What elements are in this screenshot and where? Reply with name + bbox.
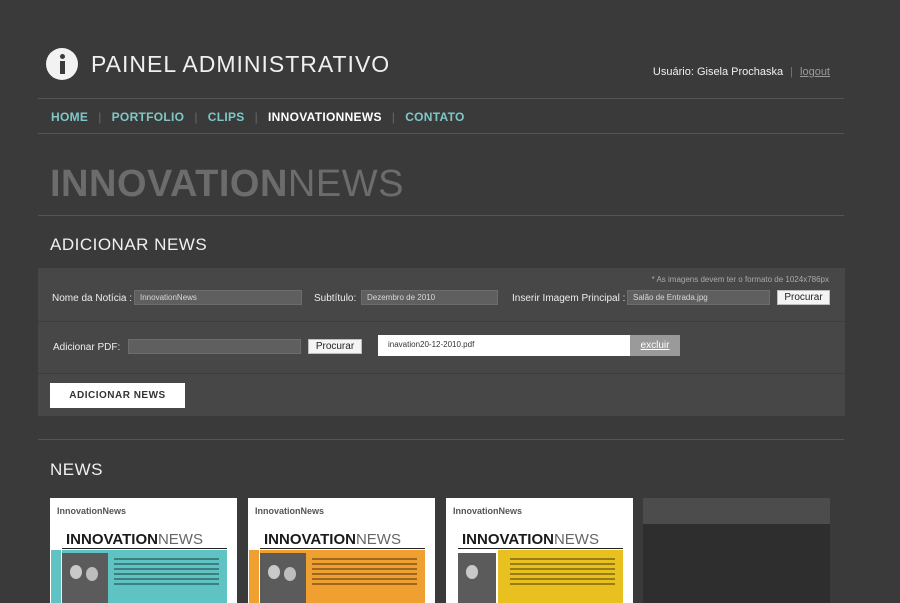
- nav-item-contato[interactable]: CONTATO: [405, 110, 464, 124]
- nav-separator: |: [391, 110, 396, 124]
- app-title: PAINEL ADMINISTRATIVO: [91, 51, 391, 77]
- thumb-side-band: [249, 550, 259, 603]
- nav-separator: |: [194, 110, 198, 124]
- thumb-text-lines: [312, 558, 417, 588]
- add-news-form: * As imagens devem ter o formato de 1024…: [38, 268, 845, 416]
- news-card-heading: INNOVATIONNEWS: [462, 531, 599, 548]
- page-title-light: NEWS: [287, 163, 404, 205]
- news-name-label: Nome da Notícia :: [52, 293, 133, 304]
- nav-item-clips[interactable]: CLIPS: [208, 110, 245, 124]
- main-image-input[interactable]: Salão de Entrada.jpg: [627, 290, 770, 305]
- thumb-text-lines: [114, 558, 219, 588]
- pdf-input[interactable]: [128, 339, 301, 354]
- news-section-title: NEWS: [50, 460, 103, 479]
- logout-link[interactable]: logout: [800, 66, 830, 78]
- nav-divider: [38, 133, 844, 134]
- news-thumbnail-image: [260, 553, 306, 603]
- news-thumbnail-image: [458, 553, 496, 603]
- remove-pdf-button[interactable]: excluir: [630, 335, 680, 356]
- news-card-label: InnovationNews: [453, 506, 523, 516]
- add-news-button[interactable]: ADICIONAR NEWS: [50, 383, 185, 408]
- pdf-label: Adicionar PDF:: [53, 342, 121, 353]
- subtitle-input[interactable]: Dezembro de 2010: [361, 290, 498, 305]
- pdf-browse-button[interactable]: Procurar: [308, 339, 362, 354]
- thumb-text-lines: [510, 558, 615, 588]
- thumb-rule: [260, 548, 425, 549]
- image-format-note: * As imagens devem ter o formato de 1024…: [651, 275, 829, 284]
- nav-separator: |: [98, 110, 102, 124]
- news-name-input[interactable]: InnovationNews: [134, 290, 302, 305]
- header-divider: [38, 98, 844, 99]
- user-separator: |: [790, 66, 794, 78]
- news-card[interactable]: InnovationNews INNOVATIONNEWS: [50, 498, 237, 603]
- news-card-heading: INNOVATIONNEWS: [66, 531, 203, 548]
- news-card[interactable]: InnovationNews INNOVATIONNEWS: [446, 498, 633, 603]
- main-image-label: Inserir Imagem Principal :: [512, 293, 626, 304]
- news-card-label: InnovationNews: [57, 506, 127, 516]
- news-card-heading: INNOVATIONNEWS: [264, 531, 401, 548]
- header: PAINEL ADMINISTRATIVO Usuário: Gisela Pr…: [0, 0, 900, 98]
- news-card-heading-light: NEWS: [157, 531, 203, 548]
- thumb-rule: [458, 548, 623, 549]
- news-card-label: InnovationNews: [255, 506, 325, 516]
- news-card-heading-bold: INNOVATION: [462, 531, 554, 548]
- pdf-file-name: inavation20-12-2010.pdf: [378, 335, 630, 356]
- form-divider: [38, 321, 845, 322]
- nav-item-home[interactable]: HOME: [51, 110, 88, 124]
- empty-news-slot: [643, 498, 830, 603]
- user-label: Usuário: Gisela Prochaska: [652, 66, 784, 78]
- title-divider: [38, 215, 844, 216]
- nav-item-innovationnews[interactable]: INNOVATIONNEWS: [268, 110, 382, 124]
- news-thumbnail-image: [62, 553, 108, 603]
- info-logo-icon: [46, 48, 78, 80]
- main-image-browse-button[interactable]: Procurar: [777, 290, 830, 305]
- add-news-title: ADICIONAR NEWS: [50, 235, 208, 254]
- news-card-heading-light: NEWS: [553, 531, 599, 548]
- news-card-heading-light: NEWS: [355, 531, 401, 548]
- page-title: INNOVATIONNEWS: [50, 163, 404, 206]
- user-area: Usuário: Gisela Prochaska | logout: [653, 66, 830, 78]
- page-title-bold: INNOVATION: [50, 163, 288, 205]
- main-nav: HOME | PORTFOLIO | CLIPS | INNOVATIONNEWS | CONT…: [51, 110, 465, 124]
- news-card[interactable]: InnovationNews INNOVATIONNEWS: [248, 498, 435, 603]
- thumb-side-band: [447, 550, 457, 603]
- subtitle-label: Subtítulo:: [314, 293, 357, 304]
- news-card-heading-bold: INNOVATION: [66, 531, 158, 548]
- form-divider: [38, 373, 845, 374]
- section-divider: [38, 439, 844, 440]
- nav-item-portfolio[interactable]: PORTFOLIO: [112, 110, 185, 124]
- news-card-heading-bold: INNOVATION: [264, 531, 356, 548]
- thumb-rule: [62, 548, 227, 549]
- nav-separator: |: [254, 110, 259, 124]
- thumb-side-band: [51, 550, 61, 603]
